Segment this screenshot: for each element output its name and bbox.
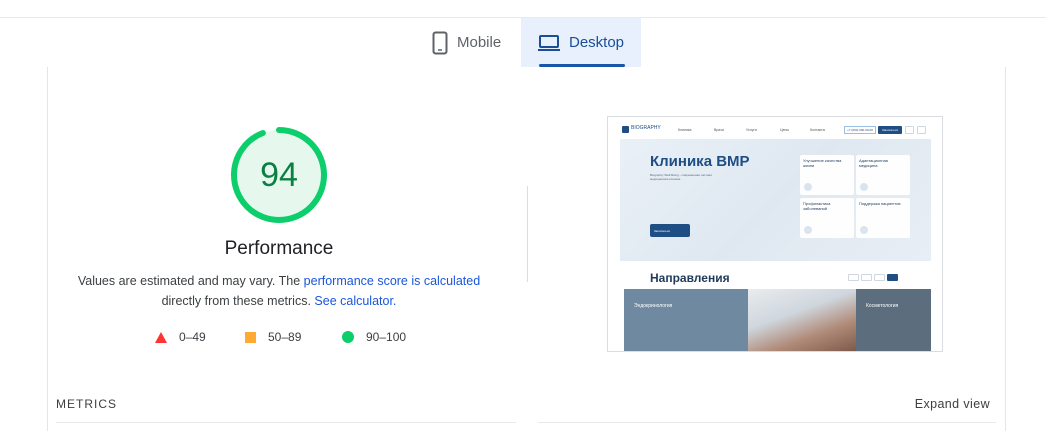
site-hero-button: Записаться <box>650 224 690 237</box>
site-search-icon <box>905 126 914 134</box>
card-right-border <box>1005 67 1006 431</box>
screenshot-site: BIOGRAPHY Клиника Врачи Услуги Цены Конт… <box>618 121 931 351</box>
site-card-icon <box>860 183 868 191</box>
site-menu-icon <box>917 126 926 134</box>
site-pager-next <box>887 274 898 281</box>
site-card-title: Улучшение качества жизни <box>803 158 842 168</box>
site-card-title: Адаптационная медицина <box>859 158 888 168</box>
site-hero-card: Адаптационная медицина <box>856 155 910 195</box>
description-text-2: directly from these metrics. <box>161 294 311 308</box>
site-directions: Направления <box>620 261 931 291</box>
site-hero-card: Улучшение качества жизни <box>800 155 854 195</box>
metrics-divider-right <box>538 422 996 423</box>
site-card-icon <box>860 226 868 234</box>
tab-desktop[interactable]: Desktop <box>521 18 641 67</box>
site-hero: Клиника BMP Biography Well-Being - совре… <box>620 139 931 261</box>
site-logo-text: BIOGRAPHY <box>631 125 661 131</box>
red-triangle-icon <box>155 331 167 343</box>
site-logo-icon <box>622 126 629 133</box>
pagespeed-report: Mobile Desktop 94 Performance Values are… <box>0 0 1046 431</box>
legend-average: 50–89 <box>245 330 301 344</box>
page-screenshot: BIOGRAPHY Клиника Врачи Услуги Цены Конт… <box>607 116 943 352</box>
description-text-1: Values are estimated and may vary. The <box>77 274 301 288</box>
site-hero-subtitle: Biography Well-Being - современная частн… <box>650 173 712 181</box>
section-divider <box>527 186 528 282</box>
site-pager-item <box>874 274 885 281</box>
site-nav-item: Услуги <box>746 128 757 132</box>
site-tile-cosmetology: Косметология <box>856 289 931 351</box>
performance-score: 94 <box>260 155 298 194</box>
expand-view-toggle[interactable]: Expand view <box>915 397 990 411</box>
site-pager-prev <box>848 274 859 281</box>
site-tile-title: Эндокринология <box>634 303 673 309</box>
tab-mobile[interactable]: Mobile <box>432 18 501 67</box>
legend-fail: 0–49 <box>155 330 206 344</box>
site-directions-title: Направления <box>650 271 730 285</box>
see-calculator-link[interactable]: See calculator. <box>314 294 396 308</box>
site-card-title: Поддержка пациентов <box>859 201 901 206</box>
site-header: BIOGRAPHY Клиника Врачи Услуги Цены Конт… <box>618 121 931 139</box>
legend-pass: 90–100 <box>342 330 406 344</box>
mobile-phone-icon <box>432 31 448 55</box>
site-phone: +7 (000) 000-00-00 <box>844 126 876 134</box>
site-card-icon <box>804 183 812 191</box>
site-nav-item: Врачи <box>714 128 724 132</box>
site-hero-card: Профилактика заболеваний <box>800 198 854 238</box>
site-hero-title: Клиника BMP <box>650 153 750 170</box>
site-tile-endocrinology: Эндокринология <box>624 289 748 351</box>
site-nav-item: Цены <box>780 128 789 132</box>
site-card-title: Профилактика заболеваний <box>803 201 831 211</box>
score-description: Values are estimated and may vary. The p… <box>0 271 558 311</box>
site-header-button: Записаться <box>878 126 902 134</box>
performance-score-link[interactable]: performance score is calculated <box>304 274 480 288</box>
site-nav-item: Контакты <box>810 128 826 132</box>
site-nav-item: Клиника <box>678 128 692 132</box>
legend-fail-label: 0–49 <box>179 330 206 344</box>
legend-pass-label: 90–100 <box>366 330 407 344</box>
site-pager-item <box>861 274 872 281</box>
site-card-icon <box>804 226 812 234</box>
tab-desktop-label: Desktop <box>569 34 625 51</box>
site-tile-photo <box>748 289 856 351</box>
desktop-laptop-icon <box>538 34 560 52</box>
legend-average-label: 50–89 <box>268 330 302 344</box>
green-circle-icon <box>342 331 354 343</box>
metrics-heading: METRICS <box>56 397 117 411</box>
site-tile-title: Косметология <box>866 303 899 309</box>
tab-mobile-label: Mobile <box>457 34 502 51</box>
active-tab-indicator <box>539 64 625 67</box>
site-hero-card: Поддержка пациентов <box>856 198 910 238</box>
orange-square-icon <box>245 331 256 343</box>
metrics-divider-left <box>56 422 516 423</box>
performance-title: Performance <box>224 238 334 259</box>
